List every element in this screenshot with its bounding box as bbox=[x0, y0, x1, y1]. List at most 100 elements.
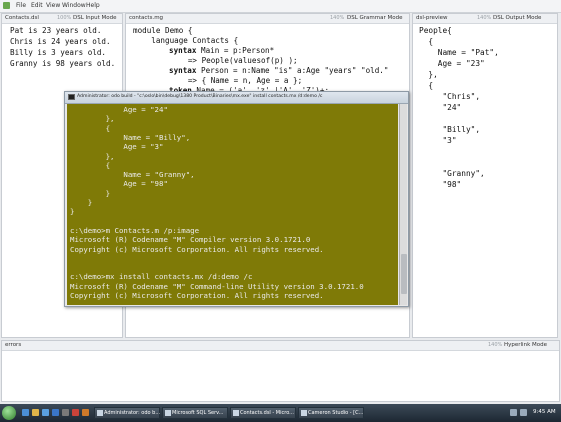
output-line: "3" bbox=[419, 136, 457, 145]
pane-title[interactable]: Contacts.dsl bbox=[5, 15, 39, 21]
mode-label[interactable]: DSL Output Mode bbox=[493, 15, 541, 21]
cmd-line: Microsoft (R) Codename "M" Command-line … bbox=[70, 281, 364, 291]
pane-header: contacts.mg 140% DSL Grammar Mode bbox=[126, 14, 409, 24]
zoom-level[interactable]: 140% bbox=[330, 15, 344, 21]
tray-icon[interactable] bbox=[520, 409, 527, 416]
grammar-keyword: syntax bbox=[169, 46, 197, 55]
menu-view[interactable]: View bbox=[46, 2, 60, 9]
mode-label[interactable]: DSL Input Mode bbox=[73, 15, 117, 21]
output-line: "98" bbox=[419, 180, 462, 189]
zoom-level[interactable]: 100% bbox=[57, 15, 71, 21]
grammar-line: syntax Person = n:Name "is" a:Age "years… bbox=[169, 66, 388, 75]
grammar-line: language Contacts { bbox=[133, 36, 238, 45]
document-icon bbox=[233, 410, 239, 416]
grammar-line: module Demo { bbox=[133, 26, 192, 35]
command-prompt-window[interactable]: Administrator: odo build - "c:\oslo\bin\… bbox=[64, 91, 409, 307]
console-icon bbox=[97, 410, 103, 416]
cmd-line: Microsoft (R) Codename "M" Compiler vers… bbox=[70, 235, 311, 245]
cmd-line: } bbox=[70, 207, 75, 217]
cmd-line: } bbox=[70, 188, 111, 198]
grammar-line-text: Person = n:Name "is" a:Age "years" "old.… bbox=[196, 66, 389, 75]
cmd-line: c:\demo>m Contacts.m /p:image bbox=[70, 225, 200, 235]
cmd-line: Age = "98" bbox=[70, 179, 168, 189]
output-line: Age = "23" bbox=[419, 59, 485, 68]
output-line: "24" bbox=[419, 103, 462, 112]
console-icon bbox=[68, 94, 75, 100]
output-line: { bbox=[419, 81, 434, 90]
taskbar-item-label: Microsoft SQL Serv... bbox=[172, 410, 224, 416]
mode-label[interactable]: Hyperlink Mode bbox=[504, 342, 547, 348]
scrollbar-thumb[interactable] bbox=[401, 254, 407, 294]
pane-title[interactable]: contacts.mg bbox=[129, 15, 163, 21]
menu-file[interactable]: File bbox=[16, 2, 26, 9]
input-line: Granny is 98 years old. bbox=[10, 59, 116, 68]
taskbar: Administrator: odo b... Microsoft SQL Se… bbox=[0, 404, 561, 422]
dsl-output-pane[interactable]: dsl-preview 140% DSL Output Mode People{… bbox=[412, 13, 558, 338]
menu-edit[interactable]: Edit bbox=[31, 2, 43, 9]
zoom-level[interactable]: 140% bbox=[477, 15, 491, 21]
pane-header: Contacts.dsl 100% DSL Input Mode bbox=[2, 14, 122, 24]
cmd-line: }, bbox=[70, 114, 115, 124]
app-icon[interactable] bbox=[62, 409, 69, 416]
cmd-line: }, bbox=[70, 151, 115, 161]
output-line: Name = "Pat", bbox=[419, 48, 499, 57]
cmd-line: Age = "3" bbox=[70, 142, 164, 152]
grammar-keyword: syntax bbox=[169, 66, 197, 75]
cmd-line: } bbox=[70, 198, 93, 207]
cmd-line: Copyright (c) Microsoft Corporation. All… bbox=[70, 291, 324, 300]
grammar-line-text: module Demo { bbox=[133, 26, 193, 35]
output-line: "Chris", bbox=[419, 92, 481, 101]
errors-pane[interactable]: errors 140% Hyperlink Mode bbox=[1, 340, 560, 402]
output-line: "Granny", bbox=[419, 169, 485, 178]
cmd-output[interactable]: Age = "24" }, { Name = "Billy", Age = "3… bbox=[67, 104, 398, 305]
grammar-line: syntax Main = p:Person* bbox=[169, 46, 274, 55]
taskbar-item-label: Contacts.dsl - Micro... bbox=[240, 410, 294, 416]
cmd-title: Administrator: odo build - "c:\oslo\bin\… bbox=[77, 94, 323, 99]
cmd-line: Copyright (c) Microsoft Corporation. All… bbox=[70, 244, 324, 254]
pane-title[interactable]: errors bbox=[5, 342, 21, 348]
cmd-line: { bbox=[70, 123, 111, 133]
mode-label[interactable]: DSL Grammar Mode bbox=[347, 15, 403, 21]
menu-bar: File Edit View Window Help bbox=[0, 0, 561, 13]
pane-header: dsl-preview 140% DSL Output Mode bbox=[413, 14, 557, 24]
grammar-line-text: => People(valuesof(p) ); bbox=[133, 56, 298, 65]
taskbar-item[interactable]: Contacts.dsl - Micro... bbox=[230, 407, 296, 419]
output-line: }, bbox=[419, 70, 438, 79]
sql-server-icon bbox=[165, 410, 171, 416]
ie-icon[interactable] bbox=[22, 409, 29, 416]
folder-icon[interactable] bbox=[32, 409, 39, 416]
input-line: Pat is 23 years old. bbox=[10, 26, 102, 35]
cmd-line: Name = "Granny", bbox=[70, 170, 195, 180]
desktop-icon[interactable] bbox=[42, 409, 49, 416]
grammar-line: => { Name = n, Age = a }; bbox=[133, 76, 302, 85]
grammar-line-text: Main = p:Person* bbox=[196, 46, 275, 55]
app-icon[interactable] bbox=[52, 409, 59, 416]
cmd-line: { bbox=[70, 160, 111, 170]
cmd-line: c:\demo>mx install contacts.mx /d:demo /… bbox=[70, 272, 253, 282]
taskbar-item[interactable]: Cameron Studio - [C... bbox=[298, 407, 364, 419]
grammar-line-text: language Contacts { bbox=[133, 36, 239, 45]
app-icon[interactable] bbox=[72, 409, 79, 416]
cmd-titlebar[interactable]: Administrator: odo build - "c:\oslo\bin\… bbox=[65, 92, 408, 104]
app-icon[interactable] bbox=[82, 409, 89, 416]
pane-title[interactable]: dsl-preview bbox=[416, 15, 448, 21]
tray-icon[interactable] bbox=[510, 409, 517, 416]
input-line: Chris is 24 years old. bbox=[10, 37, 111, 46]
output-line: "Billy", bbox=[419, 125, 481, 134]
grammar-line-text: => { Name = n, Age = a }; bbox=[133, 76, 303, 85]
taskbar-item-label: Administrator: odo b... bbox=[104, 410, 161, 416]
taskbar-item[interactable]: Administrator: odo b... bbox=[94, 407, 160, 419]
app-icon bbox=[3, 2, 10, 9]
taskbar-item-label: Cameron Studio - [C... bbox=[308, 410, 364, 416]
cmd-scrollbar[interactable] bbox=[399, 104, 407, 305]
menu-window[interactable]: Window bbox=[62, 2, 86, 9]
pane-header: errors 140% Hyperlink Mode bbox=[2, 341, 559, 351]
start-button[interactable] bbox=[2, 406, 16, 420]
output-line: { bbox=[419, 37, 434, 46]
menu-help[interactable]: Help bbox=[86, 2, 100, 9]
cmd-line: Name = "Billy", bbox=[70, 132, 191, 142]
clock[interactable]: 9:45 AM bbox=[533, 409, 556, 415]
cmd-line: Age = "24" bbox=[70, 105, 168, 114]
taskbar-item[interactable]: Microsoft SQL Serv... bbox=[162, 407, 228, 419]
zoom-level[interactable]: 140% bbox=[488, 342, 502, 348]
